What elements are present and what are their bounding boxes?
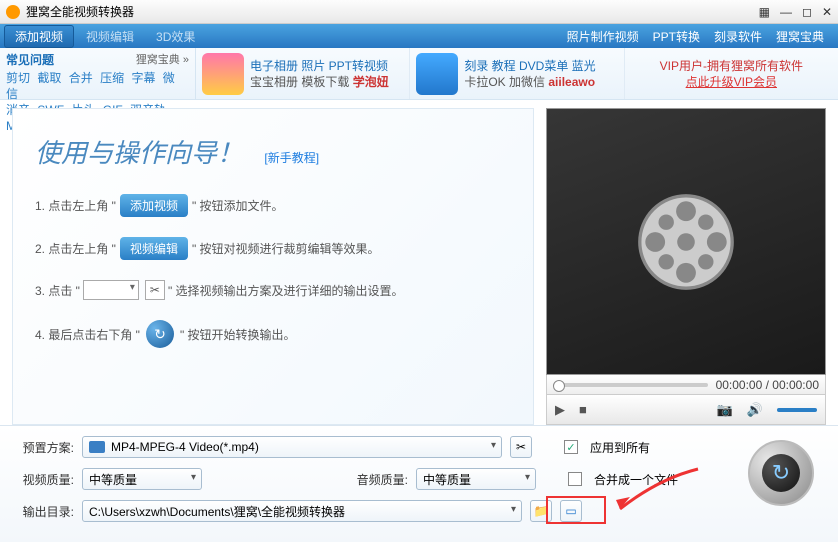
audio-quality-select[interactable]: 中等质量▾ (416, 468, 536, 490)
film-reel-icon (631, 187, 741, 297)
step-add-pill: 添加视频 (120, 194, 188, 217)
nav-photo-video[interactable]: 照片制作视频 (567, 28, 639, 45)
faq-link[interactable]: 截取 (37, 71, 61, 85)
merge-label: 合并成一个文件 (594, 471, 678, 488)
profile-settings-button[interactable]: ✂ (510, 436, 532, 458)
faq-link[interactable]: 压缩 (100, 71, 124, 85)
stop-icon[interactable]: ■ (579, 402, 587, 417)
minimize-icon[interactable]: — (780, 5, 792, 19)
video-edit-button[interactable]: 视频编辑 (76, 26, 144, 47)
convert-button[interactable]: ↻ (748, 440, 814, 506)
close-icon[interactable]: ✕ (822, 5, 832, 19)
promo-vip[interactable]: VIP用户-拥有狸窝所有软件点此升级VIP会员 (625, 48, 838, 99)
nav-ppt[interactable]: PPT转换 (653, 28, 700, 45)
promo-album[interactable]: 电子相册 照片 PPT转视频宝宝相册 模板下载 学泡妞 (196, 48, 410, 99)
faq-link[interactable]: 合并 (69, 71, 93, 85)
step-convert-icon: ↻ (146, 320, 174, 348)
newbie-link[interactable]: [新手教程] (264, 151, 319, 165)
step-edit-pill: 视频编辑 (120, 237, 188, 260)
disc-icon (416, 53, 458, 95)
faq-link[interactable]: 字幕 (131, 71, 155, 85)
maximize-icon[interactable]: ◻ (802, 5, 812, 19)
menu-icon[interactable]: ▦ (759, 5, 770, 19)
step-select (83, 280, 139, 300)
nav-burn[interactable]: 刻录软件 (714, 28, 762, 45)
video-quality-label: 视频质量: (14, 471, 74, 488)
output-label: 输出目录: (14, 503, 74, 520)
wizard-title: 使用与操作向导！ (35, 133, 243, 170)
play-icon[interactable]: ▶ (555, 402, 565, 418)
faq-link[interactable]: 剪切 (6, 71, 30, 85)
time-display: 00:00:00 / 00:00:00 (716, 378, 819, 392)
browse-folder-button[interactable]: ▭ (560, 500, 582, 522)
video-preview (546, 108, 826, 375)
merge-checkbox[interactable] (568, 472, 582, 486)
volume-slider[interactable] (777, 408, 817, 412)
window-title: 狸窝全能视频转换器 (26, 3, 759, 20)
player-panel: 00:00:00 / 00:00:00 ▶ ■ 📷 🔊 (546, 108, 826, 425)
faq-more[interactable]: 狸窝宝典 » (136, 51, 189, 68)
album-icon (202, 53, 244, 95)
profile-label: 预置方案: (14, 439, 74, 456)
mp4-icon (89, 441, 105, 453)
app-logo (6, 5, 20, 19)
snapshot-icon[interactable]: 📷 (717, 402, 733, 418)
open-folder-button[interactable]: 📁 (530, 500, 552, 522)
faq-title: 常见问题 (6, 51, 54, 68)
nav-baodian[interactable]: 狸窝宝典 (776, 28, 824, 45)
step-gear-icon: ✂ (145, 280, 165, 300)
audio-quality-label: 音频质量: (348, 471, 408, 488)
promo-burn[interactable]: 刻录 教程 DVD菜单 蓝光卡拉OK 加微信 aiileawo (410, 48, 624, 99)
profile-select[interactable]: MP4-MPEG-4 Video(*.mp4)▾ (82, 436, 502, 458)
add-video-button[interactable]: 添加视频 (4, 25, 74, 48)
3d-effect-button[interactable]: 3D效果 (146, 26, 205, 47)
apply-all-checkbox[interactable] (564, 440, 578, 454)
seek-slider[interactable] (553, 383, 708, 387)
apply-all-label: 应用到所有 (590, 439, 650, 456)
volume-icon[interactable]: 🔊 (747, 402, 763, 418)
faq-panel: 常见问题狸窝宝典 » 剪切 截取 合并 压缩 字幕 微信 消音 SWF 片头 G… (0, 48, 196, 99)
wizard-panel: 使用与操作向导！ [新手教程] 1. 点击左上角 "添加视频" 按钮添加文件。 … (12, 108, 534, 425)
output-path-select[interactable]: C:\Users\xzwh\Documents\狸窝\全能视频转换器▾ (82, 500, 522, 522)
video-quality-select[interactable]: 中等质量▾ (82, 468, 202, 490)
